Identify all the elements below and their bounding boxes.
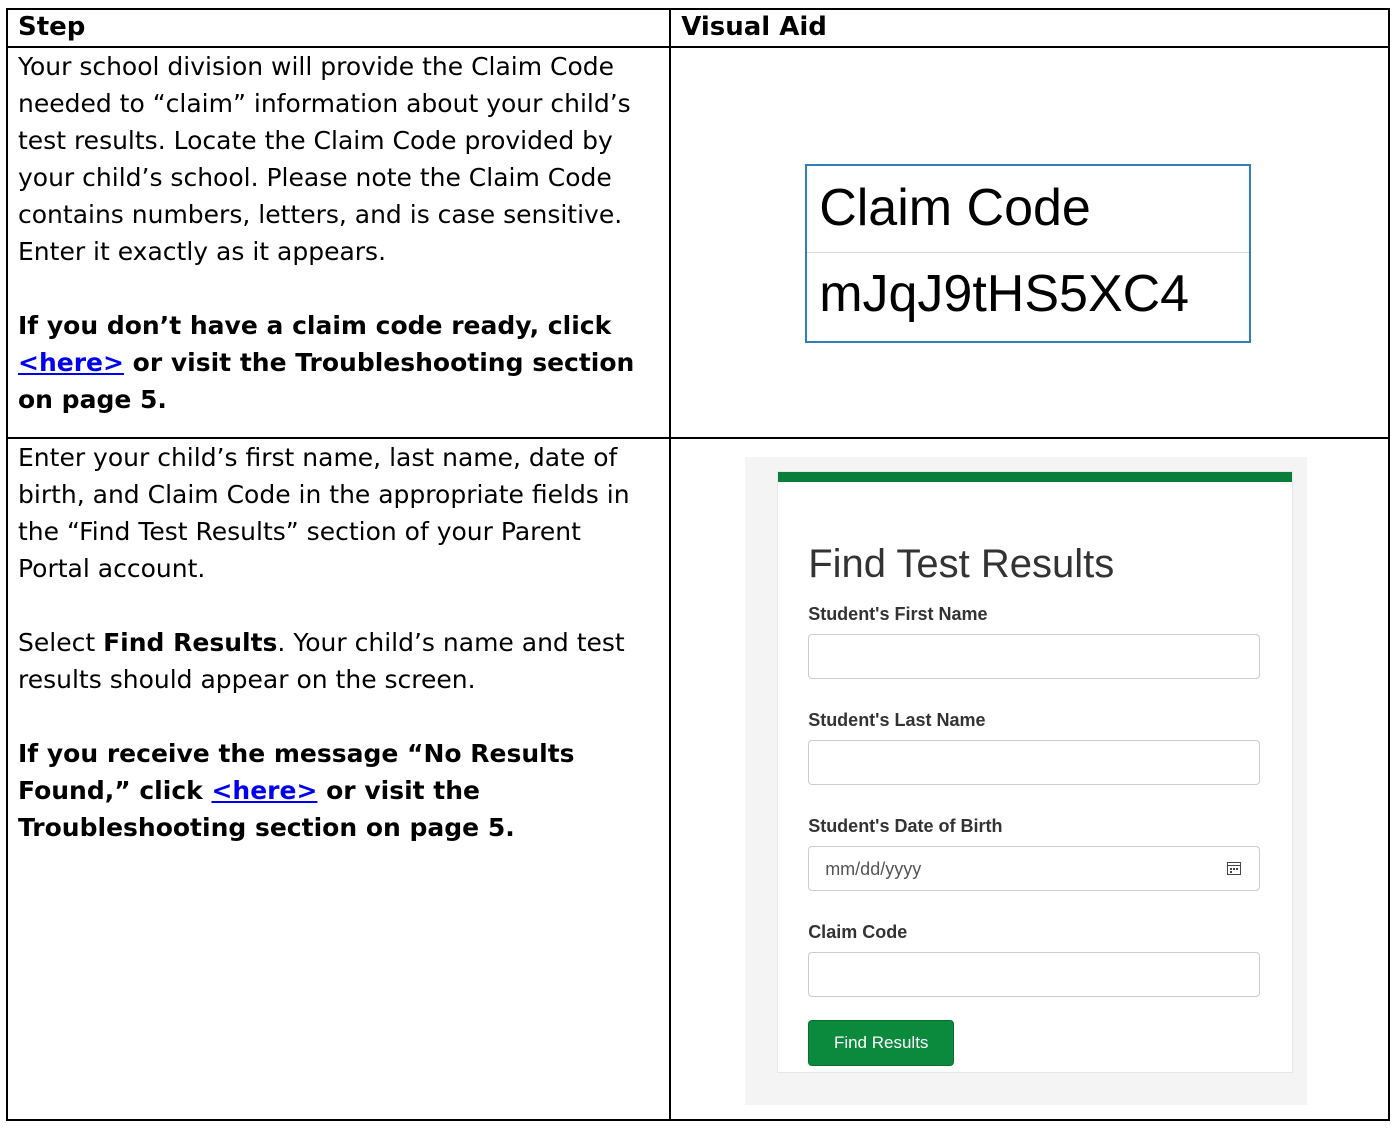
visual-aid-cell: Claim Code mJqJ9tHS5XC4	[669, 46, 1390, 439]
dob-placeholder: mm/dd/yyyy	[825, 859, 922, 879]
claim-code-label: Claim Code	[819, 179, 1091, 237]
troubleshooting-note: If you don’t have a claim code ready, cl…	[18, 307, 659, 418]
header-row: Step Visual Aid	[5, 8, 1390, 48]
step-paragraph: Your school division will provide the Cl…	[18, 52, 631, 266]
last-name-input[interactable]	[808, 740, 1261, 785]
visual-aid-column-header: Visual Aid	[669, 8, 1390, 48]
note-text-before: If you don’t have a claim code ready, cl…	[18, 311, 612, 340]
find-test-results-screenshot: Find Test Results Student's First Name S…	[745, 457, 1308, 1105]
step-column-header: Step	[5, 8, 672, 48]
claim-code-input[interactable]	[808, 952, 1261, 997]
claim-code-field-label: Claim Code	[808, 922, 908, 942]
select-instruction: Select Find Results. Your child’s name a…	[18, 624, 659, 698]
step-instructions: Your school division will provide the Cl…	[18, 48, 659, 418]
find-test-results-card: Find Test Results Student's First Name S…	[777, 471, 1294, 1073]
dob-label: Student's Date of Birth	[808, 816, 1003, 836]
troubleshooting-note: If you receive the message “No Results F…	[18, 735, 659, 846]
find-results-bold: Find Results	[103, 628, 278, 657]
dob-input[interactable]: mm/dd/yyyy	[808, 846, 1261, 891]
claim-code-value: mJqJ9tHS5XC4	[819, 265, 1190, 323]
table-row: Your school division will provide the Cl…	[5, 46, 1390, 439]
divider	[807, 252, 1250, 253]
form-title: Find Test Results	[808, 542, 1115, 586]
step-cell: Your school division will provide the Cl…	[5, 46, 672, 439]
step-instructions: Enter your child’s first name, last name…	[18, 439, 659, 846]
step-paragraph: Enter your child’s first name, last name…	[18, 443, 630, 583]
select-prefix: Select	[18, 628, 104, 657]
here-link[interactable]: <here>	[18, 348, 124, 377]
accent-bar	[778, 472, 1293, 482]
claim-code-box: Claim Code mJqJ9tHS5XC4	[805, 164, 1252, 343]
step-cell: Enter your child’s first name, last name…	[5, 437, 672, 1121]
last-name-label: Student's Last Name	[808, 710, 986, 730]
calendar-icon[interactable]	[1227, 861, 1242, 875]
find-results-button[interactable]: Find Results	[808, 1020, 955, 1066]
steps-table: Step Visual Aid Your school division wil…	[5, 8, 1390, 1121]
first-name-input[interactable]	[808, 634, 1261, 679]
table-row: Enter your child’s first name, last name…	[5, 437, 1390, 1121]
first-name-label: Student's First Name	[808, 604, 988, 624]
here-link[interactable]: <here>	[211, 776, 317, 805]
visual-aid-cell: Find Test Results Student's First Name S…	[669, 437, 1390, 1121]
